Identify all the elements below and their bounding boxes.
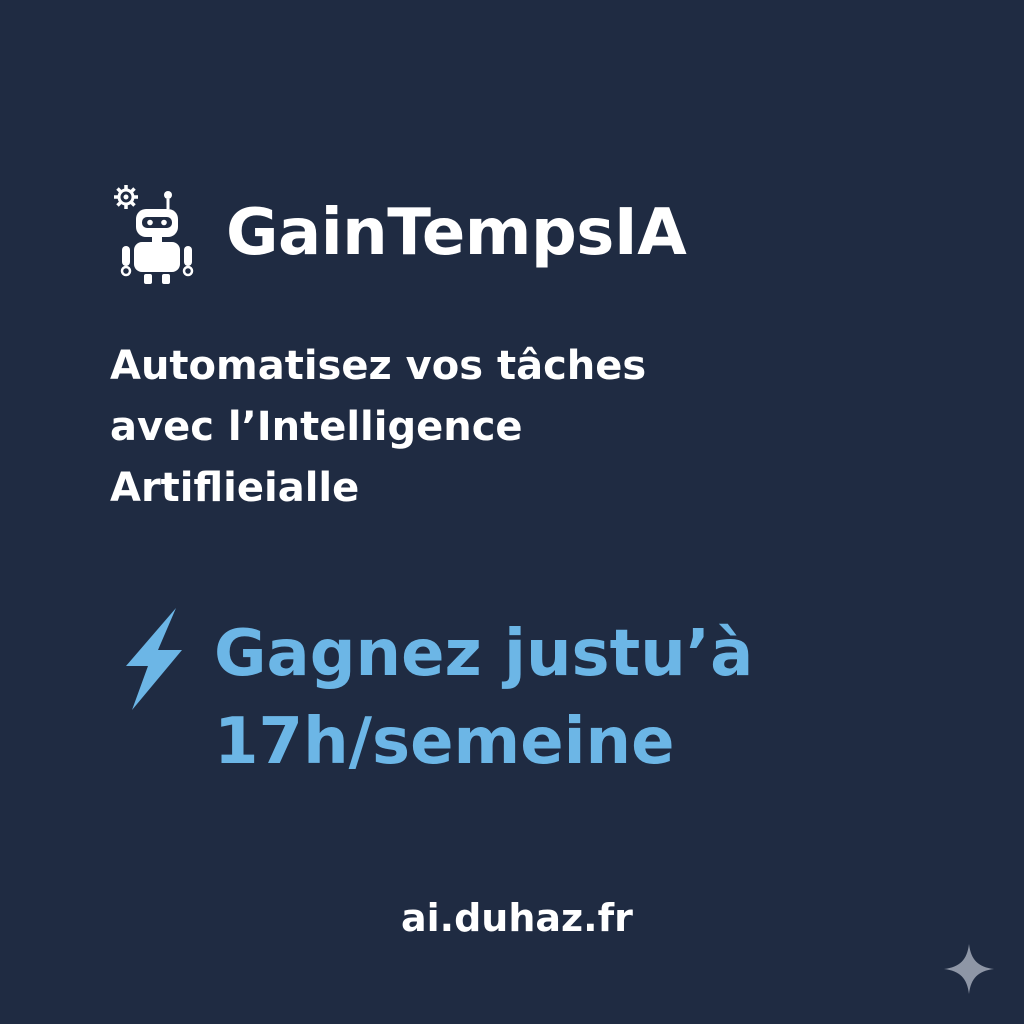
tagline-line: Artiflieialle: [110, 465, 360, 511]
lightning-bolt-icon: [126, 608, 182, 710]
tagline-line: avec l’Intelligence: [110, 404, 523, 450]
promo-line: 17h/semeine: [214, 705, 675, 779]
sparkle-icon: [944, 944, 994, 994]
tagline: Automatisez vos tâches avec l’Intelligen…: [110, 336, 870, 519]
tagline-line: Automatisez vos tâches: [110, 343, 647, 389]
brand-name: GainTempsIA: [226, 196, 687, 270]
brand-header: GainTempsIA: [112, 178, 687, 288]
promo-headline: Gagnez justu’à 17h/semeine: [214, 610, 753, 786]
robot-gear-icon: [114, 185, 194, 284]
promo-card: GainTempsIA Automatisez vos tâches avec …: [0, 0, 1024, 1024]
promo-claim: Gagnez justu’à 17h/semeine: [118, 604, 753, 786]
promo-line: Gagnez justu’à: [214, 617, 754, 691]
website-link[interactable]: ai.duhaz.fr: [401, 896, 633, 940]
